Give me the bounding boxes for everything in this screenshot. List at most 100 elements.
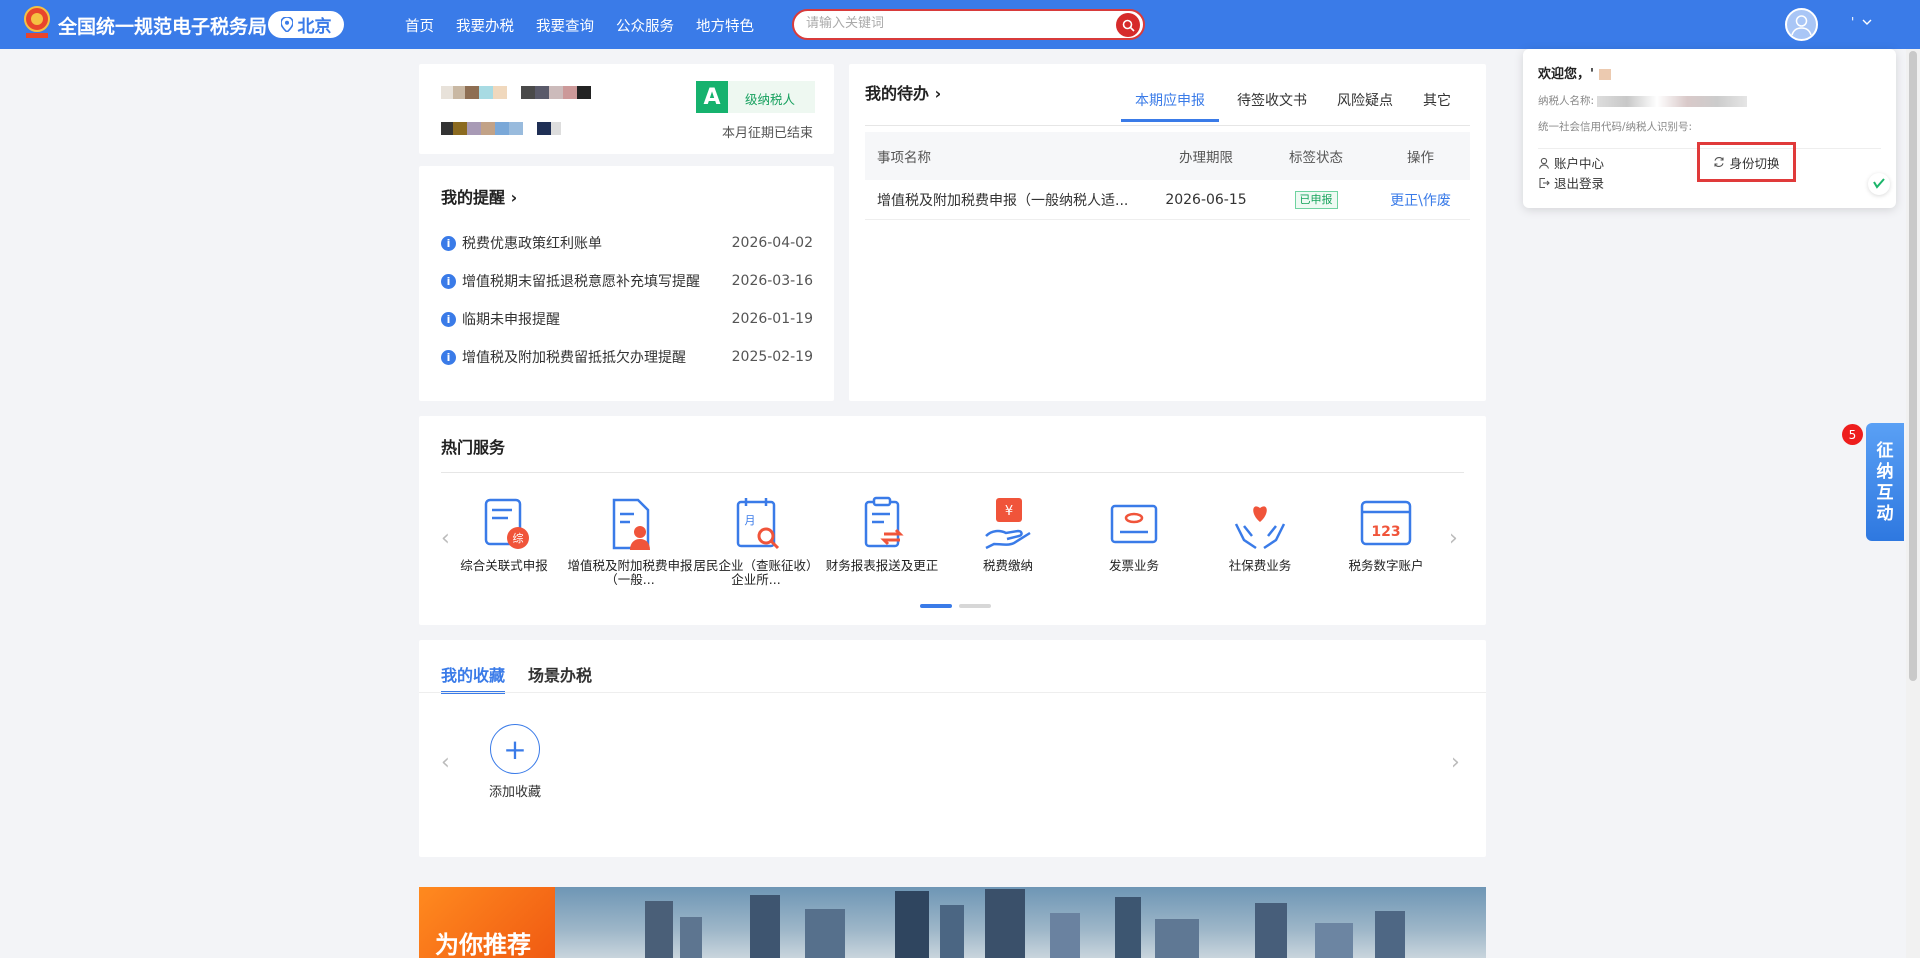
city-name: 北京 (297, 17, 332, 37)
tab-other[interactable]: 其它 (1423, 90, 1451, 122)
divider (865, 125, 1470, 126)
item-action: 更正\作废 (1371, 190, 1470, 210)
taxpayer-profile-card: A 级纳税人 本月征期已结束 (419, 64, 834, 154)
plus-icon: + (490, 724, 540, 774)
reminders-title[interactable]: 我的提醒 › (441, 184, 517, 208)
banner-title: 为你推荐 (435, 931, 531, 958)
search-icon (1122, 19, 1135, 32)
add-favorite-button[interactable]: + 添加收藏 (483, 724, 547, 800)
service-item[interactable]: ¥ 税费缴纳 (945, 496, 1071, 587)
nav-query[interactable]: 我要查询 (536, 15, 594, 36)
service-item[interactable]: 123 税务数字账户 (1323, 496, 1449, 587)
service-label: 税费缴纳 (982, 558, 1033, 573)
todo-title-text: 我的待办 (865, 84, 930, 103)
list-item[interactable]: i 税费优惠政策红利账单 2026-04-02 (441, 224, 813, 262)
social-security-icon (1234, 506, 1286, 550)
pager-dot[interactable] (959, 604, 991, 608)
welcome-label: 欢迎您，' (1538, 67, 1594, 82)
tab-current-declaration[interactable]: 本期应申报 (1121, 90, 1219, 122)
carousel-pager (920, 604, 991, 608)
float-char: 征 (1876, 441, 1894, 461)
logout-link[interactable]: 退出登录 (1538, 173, 1604, 192)
logout-label: 退出登录 (1554, 176, 1605, 191)
chevron-right-icon: › (934, 84, 942, 103)
location-pin-icon (280, 17, 293, 32)
user-dropdown-toggle[interactable]: ' (1851, 15, 1872, 29)
nav-tax-handling[interactable]: 我要办税 (456, 15, 514, 36)
account-center-link[interactable]: 账户中心 (1538, 153, 1604, 172)
nav-local-features[interactable]: 地方特色 (696, 15, 754, 36)
service-item[interactable]: 增值税及附加税费申报（一般... (567, 496, 693, 587)
tax-emblem-icon[interactable] (22, 5, 52, 41)
search-button[interactable] (1116, 13, 1140, 37)
tab-risk-doubts[interactable]: 风险疑点 (1337, 90, 1393, 122)
site-title[interactable]: 全国统一规范电子税务局 (58, 12, 267, 39)
add-favorite-label: 添加收藏 (488, 785, 541, 800)
top-header: 全国统一规范电子税务局 北京 首页 我要办税 我要查询 公众服务 地方特色 ' (0, 0, 1920, 49)
financial-statement-icon (864, 496, 904, 548)
service-label: 财务报表报送及更正 (825, 558, 939, 573)
info-icon: i (441, 235, 456, 251)
hot-services-title: 热门服务 (441, 438, 506, 457)
interaction-float-button[interactable]: 征 纳 互 动 (1866, 423, 1904, 541)
chevron-right-icon: › (510, 188, 518, 207)
city-selector[interactable]: 北京 (268, 11, 344, 38)
main-nav: 首页 我要办税 我要查询 公众服务 地方特色 (405, 15, 754, 36)
corporate-income-tax-icon: 月 (736, 498, 780, 550)
user-avatar-icon (1791, 15, 1812, 36)
list-item[interactable]: i 临期未申报提醒 2026-01-19 (441, 300, 813, 338)
comprehensive-report-icon: 综 (484, 498, 529, 549)
pager-dot-active[interactable] (920, 604, 952, 608)
taxpayer-grade-badge: A 级纳税人 (696, 81, 815, 113)
user-avatar[interactable] (1785, 8, 1818, 41)
list-item[interactable]: i 增值税期末留抵退税意愿补充填写提醒 2026-03-16 (441, 262, 813, 300)
period-status: 本月征期已结束 (721, 126, 813, 141)
info-icon: i (441, 273, 456, 289)
service-item[interactable]: 月 居民企业（查账征收）企业所... (693, 496, 819, 587)
brand-badge-icon[interactable] (1868, 173, 1890, 195)
todo-title[interactable]: 我的待办 › (865, 80, 941, 104)
nav-public-service[interactable]: 公众服务 (616, 15, 674, 36)
favorites-card: 我的收藏 场景办税 ‹ › + 添加收藏 (419, 640, 1486, 857)
page-scrollbar[interactable] (1906, 49, 1920, 958)
grade-letter: A (696, 81, 728, 113)
reminder-text: 临期未申报提醒 (462, 312, 560, 328)
taxpayer-name-label: 纳税人名称: (1538, 95, 1595, 107)
service-label: 税务数字账户 (1348, 558, 1424, 573)
tab-pending-documents[interactable]: 待签收文书 (1237, 90, 1307, 122)
svg-text:123: 123 (1371, 524, 1400, 540)
account-center-label: 账户中心 (1554, 156, 1605, 171)
column-header: 事项名称 (877, 150, 931, 166)
reminders-card: 我的提醒 › i 税费优惠政策红利账单 2026-04-02 i 增值税期末留抵… (419, 166, 834, 401)
service-item[interactable]: 社保费业务 (1197, 496, 1323, 587)
tab-my-favorites[interactable]: 我的收藏 (441, 662, 506, 694)
service-label: 发票业务 (1108, 558, 1159, 573)
scrollbar-thumb[interactable] (1909, 51, 1917, 681)
list-item[interactable]: i 增值税及附加税费留抵抵欠办理提醒 2025-02-19 (441, 338, 813, 376)
switch-identity-button[interactable]: 身份切换 (1697, 142, 1796, 182)
search-input[interactable] (806, 16, 1106, 31)
chevron-left-icon[interactable]: ‹ (441, 750, 450, 775)
chevron-right-icon[interactable]: › (1451, 750, 1460, 775)
svg-text:月: 月 (745, 514, 756, 527)
reminder-text: 增值税及附加税费留抵抵欠办理提醒 (462, 350, 686, 366)
service-item[interactable]: 发票业务 (1071, 496, 1197, 587)
recommend-banner[interactable]: 为你推荐 (419, 887, 1486, 958)
nav-home[interactable]: 首页 (405, 15, 434, 36)
grade-label: 级纳税人 (745, 92, 796, 107)
service-item[interactable]: 财务报表报送及更正 (819, 496, 945, 587)
status-badge: 已申报 (1294, 190, 1338, 209)
service-item[interactable]: 综 综合关联式申报 (441, 496, 567, 587)
taxpayer-id-redacted (441, 122, 561, 139)
tab-scenario-tax[interactable]: 场景办税 (528, 662, 592, 686)
reminder-date: 2026-01-19 (731, 311, 813, 327)
search-box (792, 9, 1145, 40)
chevron-down-icon (1862, 19, 1872, 25)
correct-void-link[interactable]: 更正\作废 (1390, 193, 1451, 209)
divider (419, 692, 1486, 693)
float-char: 纳 (1876, 462, 1894, 482)
reminder-text: 税费优惠政策红利账单 (462, 236, 602, 252)
todo-card: 我的待办 › 本期应申报 待签收文书 风险疑点 其它 事项名称 办理期限 标签状… (849, 64, 1486, 401)
item-name[interactable]: 增值税及附加税费申报（一般纳税人适... (865, 190, 1151, 210)
refresh-icon (1714, 157, 1725, 167)
